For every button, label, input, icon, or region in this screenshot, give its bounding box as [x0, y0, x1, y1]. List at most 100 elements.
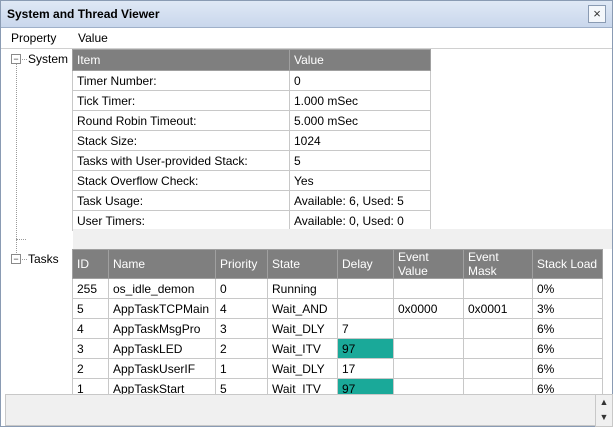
close-icon[interactable]: ×: [588, 5, 606, 23]
tasks-table: ID Name Priority State Delay Event Value…: [72, 249, 603, 399]
table-cell: Timer Number:: [72, 70, 290, 91]
table-cell: [463, 338, 533, 359]
window-title: System and Thread Viewer: [7, 7, 160, 21]
tree-line: [16, 59, 17, 257]
table-cell: 1: [215, 358, 268, 379]
table-cell: 5: [289, 150, 431, 171]
table-cell: [463, 318, 533, 339]
table-cell: AppTaskMsgPro: [108, 318, 216, 339]
name-column-header: Name: [108, 249, 216, 279]
table-cell: Available: 0, Used: 0: [289, 210, 431, 231]
id-column-header: ID: [72, 249, 109, 279]
table-cell: Wait_AND: [267, 298, 338, 319]
tree-node-system[interactable]: System: [28, 52, 68, 66]
table-cell: 3%: [532, 298, 603, 319]
table-row[interactable]: Task Usage: Available: 6, Used: 5: [72, 190, 431, 211]
table-row[interactable]: 255 os_idle_demon 0 Running 0%: [72, 278, 603, 299]
table-cell: Stack Overflow Check:: [72, 170, 290, 191]
tree-line: [22, 59, 27, 60]
tree-line: [22, 259, 27, 260]
table-cell: 4: [72, 318, 109, 339]
priority-column-header: Priority: [215, 249, 268, 279]
table-cell: Tick Timer:: [72, 90, 290, 111]
column-header: Property Value: [1, 28, 612, 49]
table-cell: [463, 278, 533, 299]
table-cell: AppTaskTCPMain: [108, 298, 216, 319]
table-cell: 0x0001: [463, 298, 533, 319]
item-column-header: Item: [72, 49, 290, 71]
table-cell: 5: [72, 298, 109, 319]
table-cell: Tasks with User-provided Stack:: [72, 150, 290, 171]
table-row[interactable]: Tick Timer: 1.000 mSec: [72, 90, 431, 111]
table-cell: Yes: [289, 170, 431, 191]
table-cell: 5.000 mSec: [289, 110, 431, 131]
table-row[interactable]: 4 AppTaskMsgPro 3 Wait_DLY 7 6%: [72, 318, 603, 339]
table-cell: 7: [337, 318, 394, 339]
table-cell: 0%: [532, 278, 603, 299]
table-cell: 17: [337, 358, 394, 379]
scroll-down-icon[interactable]: ▼: [596, 410, 612, 425]
title-bar: System and Thread Viewer ×: [1, 1, 612, 28]
table-row[interactable]: Tasks with User-provided Stack: 5: [72, 150, 431, 171]
table-row[interactable]: Stack Size: 1024: [72, 130, 431, 151]
system-table: Item Value Timer Number: 0 Tick Timer: 1.0…: [72, 49, 431, 231]
value-column-label[interactable]: Value: [78, 31, 108, 45]
table-cell: Wait_DLY: [267, 358, 338, 379]
table-cell: [337, 278, 394, 299]
table-row[interactable]: 3 AppTaskLED 2 Wait_ITV 97 6%: [72, 338, 603, 359]
table-cell: 4: [215, 298, 268, 319]
table-cell: 0: [289, 70, 431, 91]
table-row[interactable]: Round Robin Timeout: 5.000 mSec: [72, 110, 431, 131]
table-cell: Task Usage:: [72, 190, 290, 211]
table-cell: Round Robin Timeout:: [72, 110, 290, 131]
table-cell: 6%: [532, 338, 603, 359]
table-cell: 1.000 mSec: [289, 90, 431, 111]
event-mask-column-header: Event Mask: [463, 249, 533, 279]
table-cell: [393, 318, 464, 339]
table-cell: Stack Size:: [72, 130, 290, 151]
table-row[interactable]: 5 AppTaskTCPMain 4 Wait_AND 0x0000 0x0001 3%: [72, 298, 603, 319]
table-cell: [393, 278, 464, 299]
state-column-header: State: [267, 249, 338, 279]
table-cell: 0: [215, 278, 268, 299]
delay-cell-highlighted: 97: [337, 338, 394, 359]
table-cell: 6%: [532, 358, 603, 379]
scroll-up-icon[interactable]: ▲: [596, 395, 612, 410]
section-separator: [73, 229, 612, 249]
table-cell: 1024: [289, 130, 431, 151]
table-cell: 3: [215, 318, 268, 339]
table-cell: Running: [267, 278, 338, 299]
table-cell: 6%: [532, 318, 603, 339]
table-cell: 2: [215, 338, 268, 359]
table-row[interactable]: 2 AppTaskUserIF 1 Wait_DLY 17 6%: [72, 358, 603, 379]
table-cell: 3: [72, 338, 109, 359]
table-cell: [393, 338, 464, 359]
table-row[interactable]: User Timers: Available: 0, Used: 0: [72, 210, 431, 231]
table-cell: Available: 6, Used: 5: [289, 190, 431, 211]
table-cell: [337, 298, 394, 319]
table-row[interactable]: Stack Overflow Check: Yes: [72, 170, 431, 191]
table-cell: User Timers:: [72, 210, 290, 231]
property-tree: − System − Tasks: [1, 49, 71, 392]
table-row[interactable]: Timer Number: 0: [72, 70, 431, 91]
value-column-header: Value: [289, 49, 431, 71]
property-column-label[interactable]: Property: [11, 31, 56, 45]
delay-column-header: Delay: [337, 249, 394, 279]
description-panel: [5, 394, 596, 426]
table-cell: 0x0000: [393, 298, 464, 319]
table-cell: Wait_DLY: [267, 318, 338, 339]
tasks-table-header: ID Name Priority State Delay Event Value…: [72, 249, 603, 279]
table-cell: 2: [72, 358, 109, 379]
collapse-system-icon[interactable]: −: [11, 54, 21, 64]
tree-node-tasks[interactable]: Tasks: [28, 252, 59, 266]
system-thread-viewer-window: System and Thread Viewer × Property Valu…: [0, 0, 613, 427]
table-cell: [463, 358, 533, 379]
stack-load-column-header: Stack Load: [532, 249, 603, 279]
table-cell: AppTaskUserIF: [108, 358, 216, 379]
table-cell: [393, 358, 464, 379]
event-value-column-header: Event Value: [393, 249, 464, 279]
table-cell: Wait_ITV: [267, 338, 338, 359]
system-table-header: Item Value: [72, 49, 431, 71]
collapse-tasks-icon[interactable]: −: [11, 254, 21, 264]
scrollbar[interactable]: ▲ ▼: [595, 394, 613, 427]
